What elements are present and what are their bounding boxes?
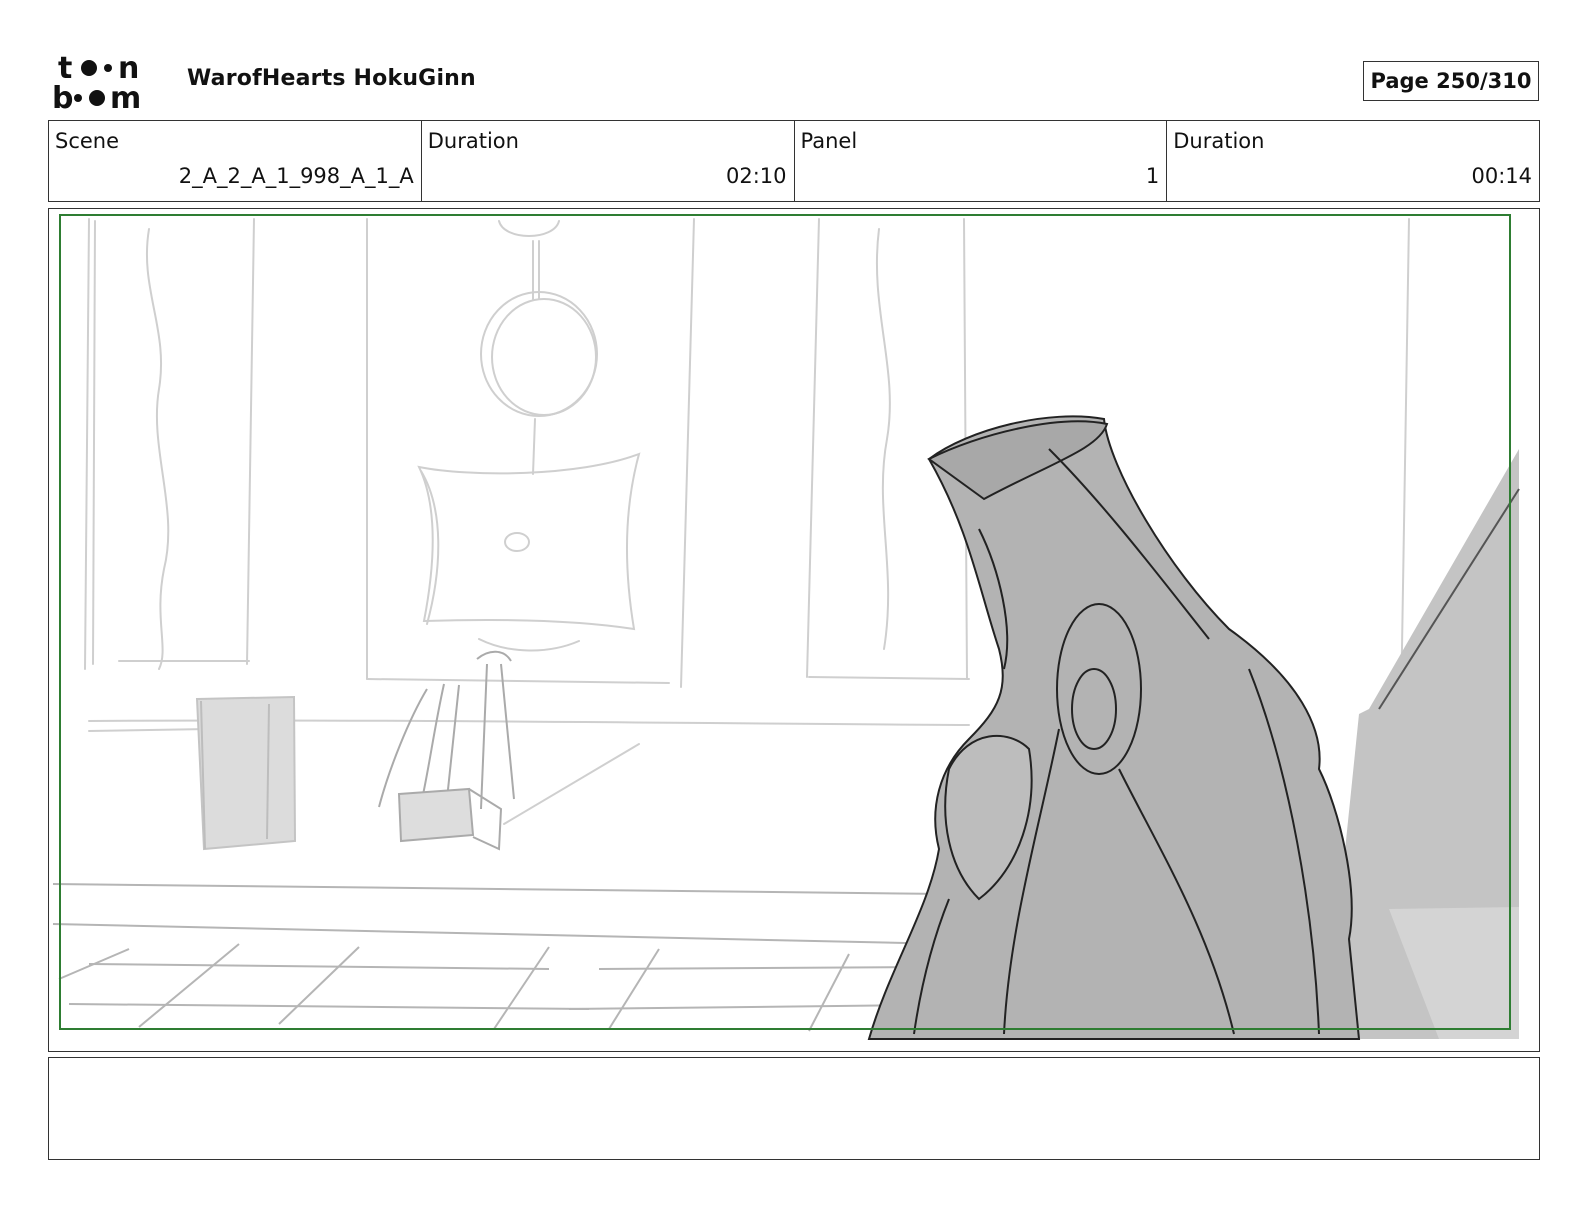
panel-sketch (52, 214, 1520, 1040)
panel-notes (48, 1057, 1540, 1160)
svg-text:b: b (52, 81, 73, 112)
page-indicator: Page 250/310 (1363, 61, 1539, 101)
scene-label: Scene (55, 129, 120, 153)
svg-text:m: m (110, 81, 141, 112)
sketch-foreground-figure (867, 415, 1361, 1040)
scene-duration-label: Duration (427, 129, 519, 153)
panel-duration-cell: Duration 00:14 (1167, 121, 1539, 201)
sketch-pedestal (195, 695, 297, 851)
scene-cell: Scene 2_A_2_A_1_998_A_1_A (49, 121, 422, 201)
scene-duration-cell: Duration 02:10 (422, 121, 795, 201)
project-title: WarofHearts HokuGinn (187, 66, 476, 91)
info-table: Scene 2_A_2_A_1_998_A_1_A Duration 02:10… (48, 120, 1540, 202)
storyboard-panel (48, 208, 1540, 1052)
panel-label: Panel (800, 129, 858, 153)
toon-boom-logo: t n b m (52, 51, 164, 116)
page-label: Page 250/310 (1370, 69, 1532, 93)
scene-value: 2_A_2_A_1_998_A_1_A (178, 164, 414, 188)
panel-duration-label: Duration (1173, 129, 1265, 153)
scene-duration-value: 02:10 (725, 164, 787, 188)
panel-cell: Panel 1 (795, 121, 1168, 201)
panel-duration-value: 00:14 (1471, 164, 1532, 188)
panel-value: 1 (1145, 164, 1160, 188)
